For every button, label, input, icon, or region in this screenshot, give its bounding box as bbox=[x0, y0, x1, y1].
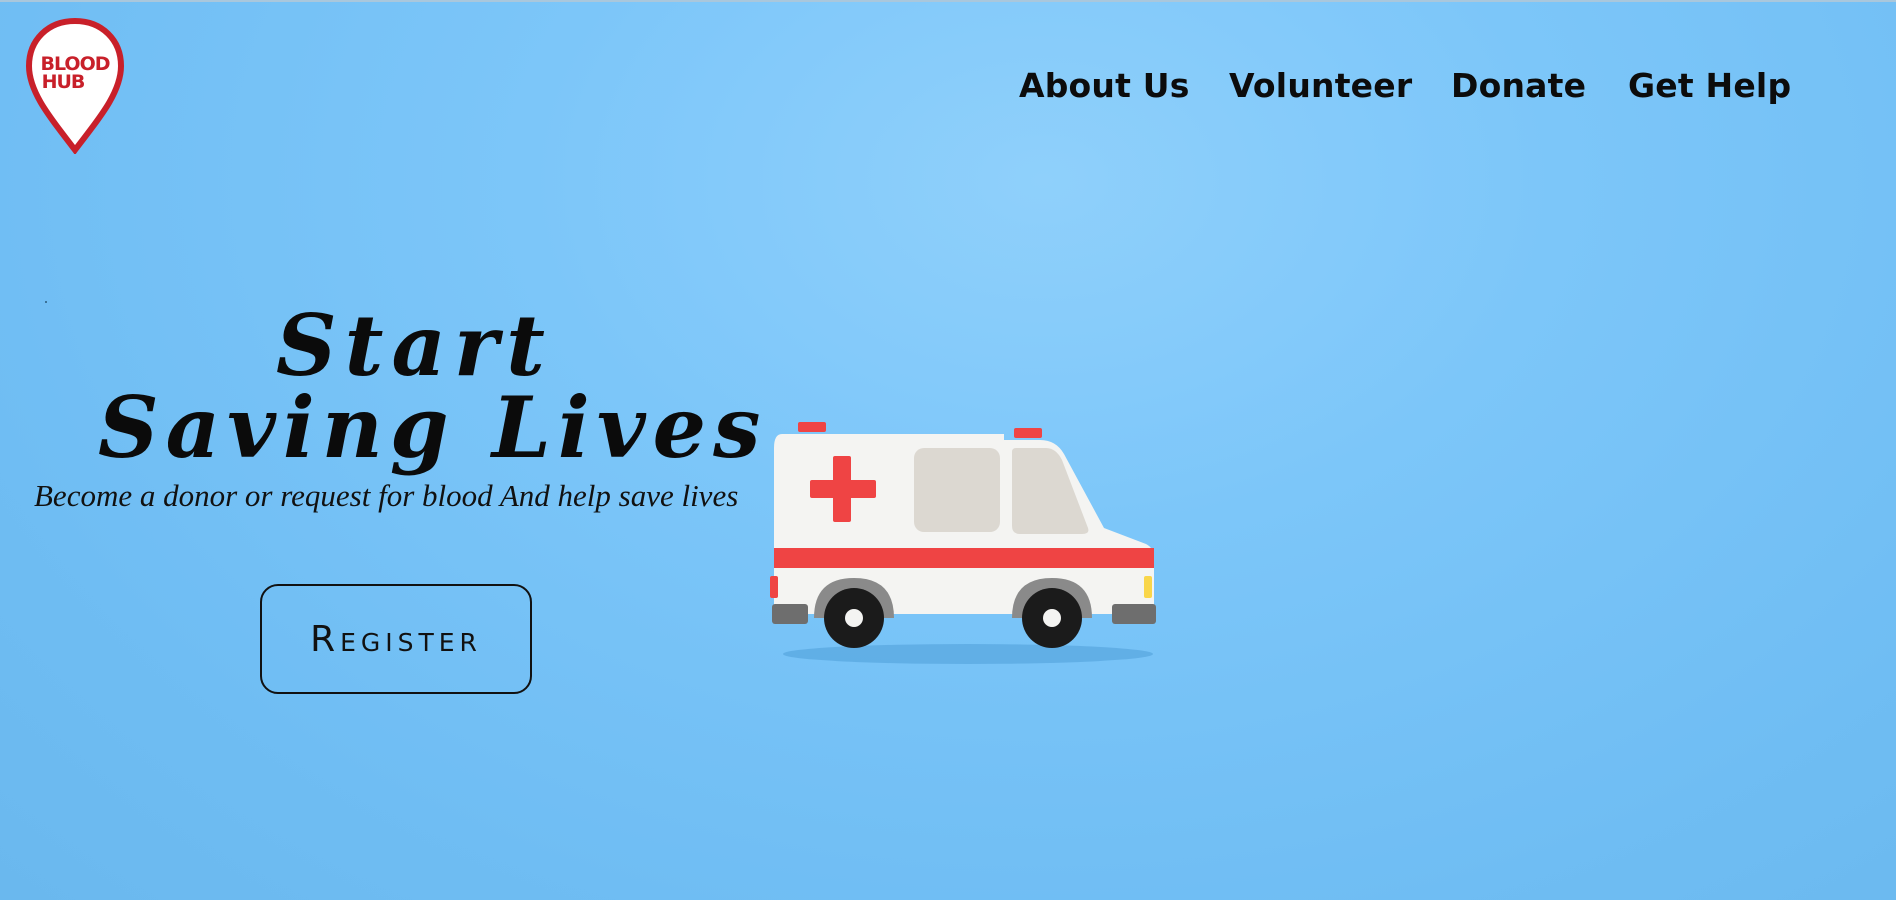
decorative-speck bbox=[45, 301, 47, 303]
nav-volunteer[interactable]: Volunteer bbox=[1229, 66, 1412, 105]
top-border bbox=[0, 0, 1896, 2]
blood-hub-logo[interactable]: BLOOD HUB bbox=[26, 18, 124, 154]
hero-title-line2: Saving Lives bbox=[98, 378, 768, 477]
nav-get-help[interactable]: Get Help bbox=[1628, 66, 1791, 105]
nav-donate[interactable]: Donate bbox=[1451, 66, 1586, 105]
logo-text-line2: HUB bbox=[42, 71, 85, 93]
register-button-label: Register bbox=[310, 618, 482, 660]
nav-about-us[interactable]: About Us bbox=[1019, 66, 1190, 105]
ambulance-illustration bbox=[768, 418, 1168, 670]
ambulance-icon bbox=[770, 422, 1156, 664]
location-pin-logo-icon: BLOOD HUB bbox=[26, 18, 124, 154]
register-button[interactable]: Register bbox=[260, 584, 532, 694]
hero-subtitle: Become a donor or request for blood And … bbox=[34, 478, 739, 513]
